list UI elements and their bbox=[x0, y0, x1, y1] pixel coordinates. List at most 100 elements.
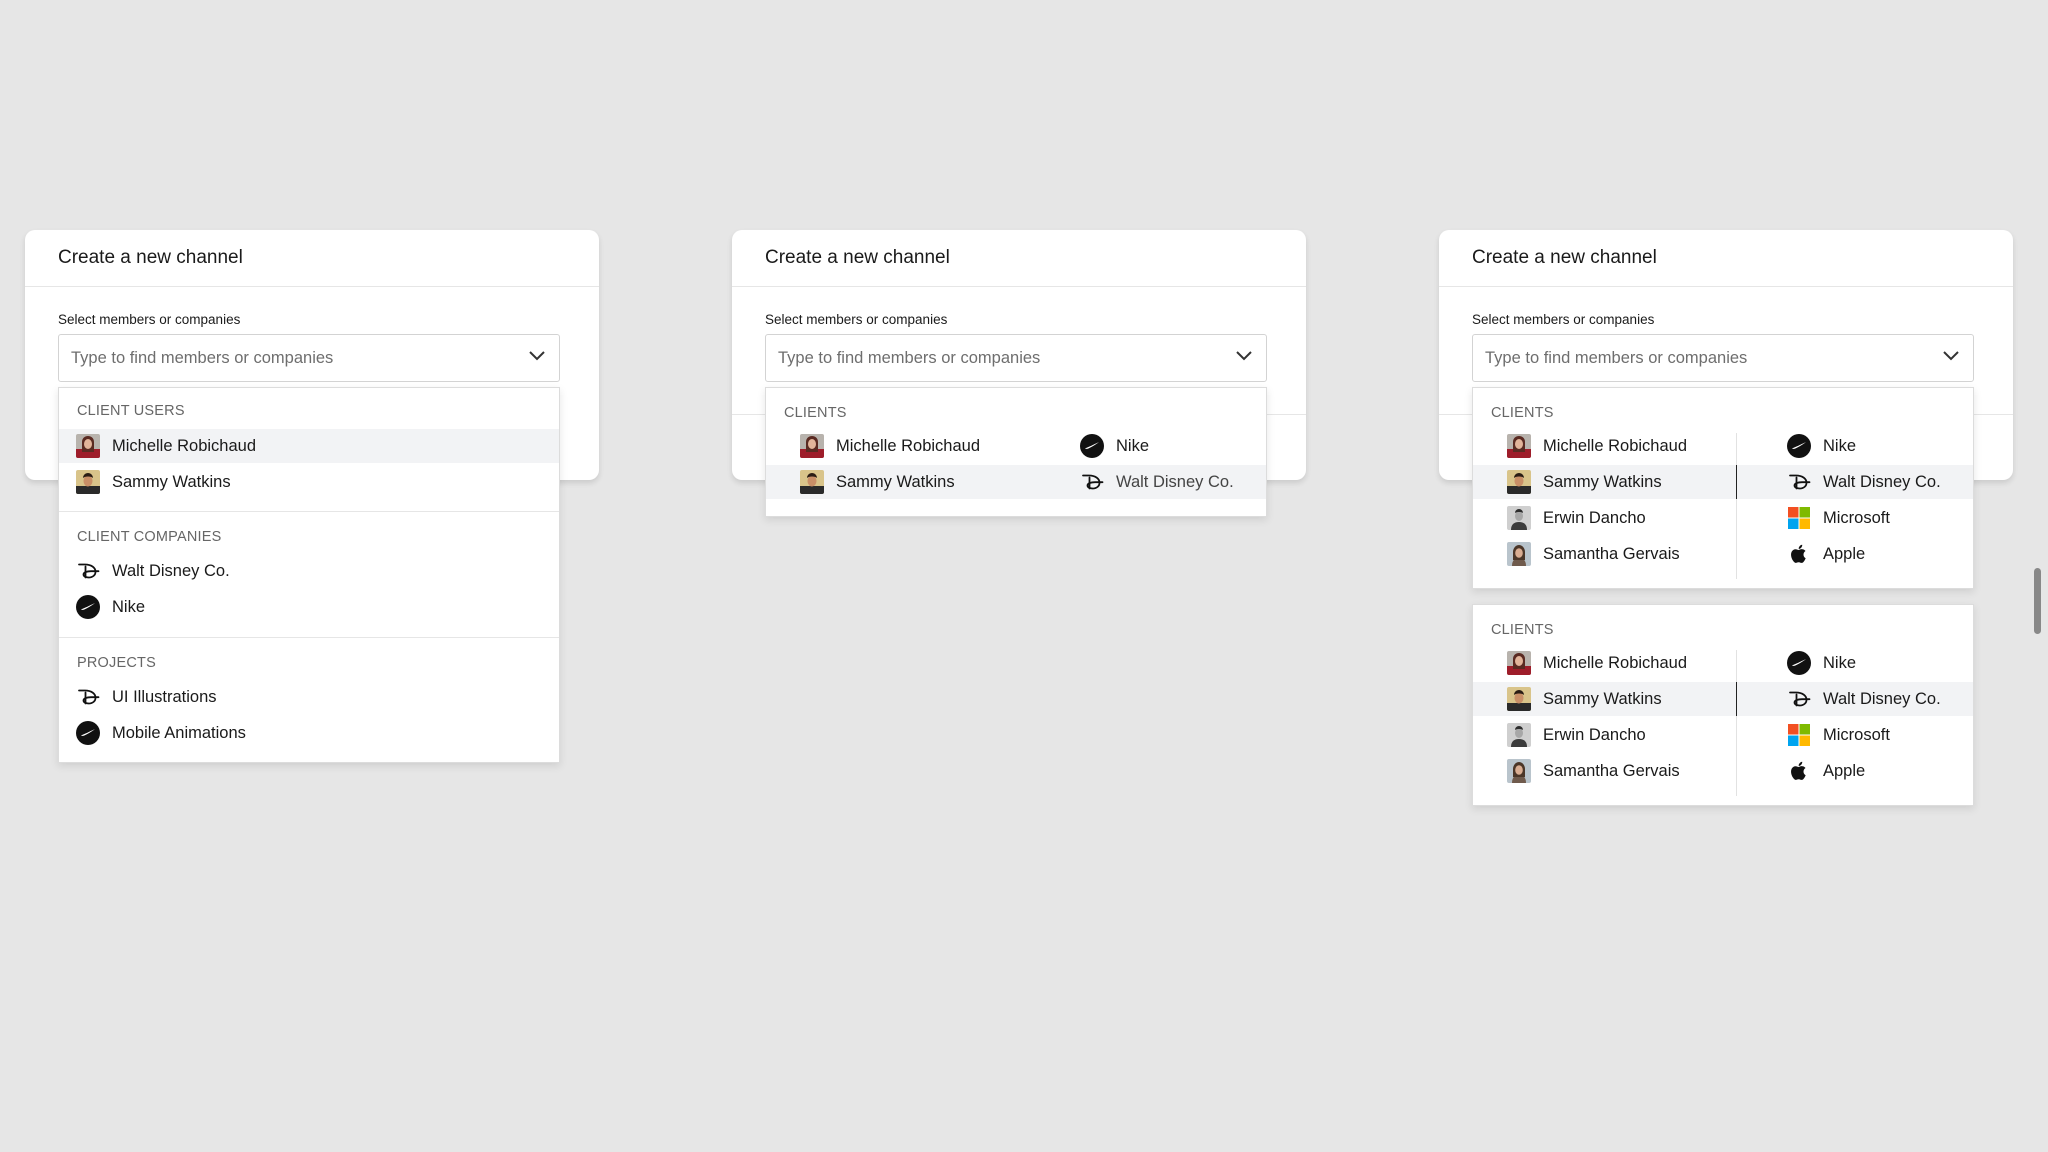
nike-logo-icon bbox=[1787, 651, 1811, 675]
list-item[interactable]: UI Illustrations bbox=[59, 680, 559, 714]
client-user-label: Michelle Robichaud bbox=[1543, 436, 1687, 455]
client-company-cell[interactable]: Walt Disney Co. bbox=[1770, 465, 1975, 499]
panel-title: Create a new channel bbox=[732, 230, 1306, 287]
client-user-cell[interactable]: Sammy Watkins bbox=[783, 465, 1043, 499]
avatar-michelle bbox=[76, 434, 100, 458]
avatar-sammy bbox=[76, 470, 100, 494]
avatar-michelle bbox=[1507, 434, 1531, 458]
avatar-erwin bbox=[1507, 723, 1531, 747]
disney-logo-icon bbox=[1787, 470, 1811, 494]
client-user-label: Samantha Gervais bbox=[1543, 761, 1680, 780]
list-item-label: Sammy Watkins bbox=[112, 472, 231, 491]
section-title-projects: PROJECTS bbox=[77, 655, 156, 671]
list-item-label: Michelle Robichaud bbox=[112, 436, 256, 455]
client-user-cell[interactable]: Samantha Gervais bbox=[1490, 754, 1730, 788]
client-user-label: Sammy Watkins bbox=[1543, 472, 1662, 491]
client-company-cell[interactable]: Nike bbox=[1770, 429, 1975, 463]
section-title-clients: CLIENTS bbox=[784, 405, 847, 421]
avatar-sammy bbox=[1507, 470, 1531, 494]
section-title-clients: CLIENTS bbox=[1491, 622, 1554, 638]
avatar-michelle bbox=[1507, 651, 1531, 675]
client-user-cell[interactable]: Samantha Gervais bbox=[1490, 537, 1730, 571]
client-user-label: Michelle Robichaud bbox=[836, 436, 980, 455]
client-user-cell[interactable]: Michelle Robichaud bbox=[783, 429, 1043, 463]
nike-logo-icon bbox=[76, 721, 100, 745]
table-row: Michelle Robichaud Nike bbox=[1473, 429, 1973, 463]
section-title-clients: CLIENTS bbox=[1491, 405, 1554, 421]
microsoft-logo-icon bbox=[1787, 723, 1811, 747]
active-column-divider bbox=[1736, 465, 1737, 499]
client-company-label: Walt Disney Co. bbox=[1823, 472, 1941, 491]
list-item-label: Mobile Animations bbox=[112, 723, 246, 742]
apple-logo-icon bbox=[1787, 759, 1811, 783]
chevron-down-icon[interactable] bbox=[1236, 351, 1252, 361]
client-company-label: Walt Disney Co. bbox=[1116, 472, 1234, 491]
field-label: Select members or companies bbox=[765, 312, 948, 327]
microsoft-logo-icon bbox=[1787, 506, 1811, 530]
client-user-cell[interactable]: Erwin Dancho bbox=[1490, 718, 1730, 752]
table-row: Michelle Robichaud Nike bbox=[1473, 646, 1973, 680]
chevron-down-icon[interactable] bbox=[529, 351, 545, 361]
avatar-erwin bbox=[1507, 506, 1531, 530]
list-item-label: UI Illustrations bbox=[112, 687, 217, 706]
client-company-cell[interactable]: Microsoft bbox=[1770, 718, 1975, 752]
table-row: Sammy Watkins Walt Disney Co. bbox=[1473, 465, 1973, 499]
divider bbox=[59, 637, 559, 638]
members-dropdown-two-column-expanded: CLIENTS Michelle Robichaud Nike Sammy Wa… bbox=[1472, 387, 1974, 589]
client-company-label: Walt Disney Co. bbox=[1823, 689, 1941, 708]
member-search-select[interactable]: Type to find members or companies bbox=[1472, 334, 1974, 382]
avatar-sammy bbox=[800, 470, 824, 494]
client-company-cell[interactable]: Nike bbox=[1770, 646, 1975, 680]
list-item-label: Walt Disney Co. bbox=[112, 561, 230, 580]
table-row: Sammy Watkins Walt Disney Co. bbox=[1473, 682, 1973, 716]
nike-logo-icon bbox=[76, 595, 100, 619]
list-item[interactable]: Nike bbox=[59, 590, 559, 624]
members-dropdown-two-column: CLIENTS Michelle Robichaud Nike Sammy Wa… bbox=[765, 387, 1267, 517]
client-company-label: Nike bbox=[1116, 436, 1150, 455]
disney-logo-icon bbox=[1787, 687, 1811, 711]
client-user-cell[interactable]: Sammy Watkins bbox=[1490, 465, 1730, 499]
client-user-cell[interactable]: Michelle Robichaud bbox=[1490, 646, 1730, 680]
search-placeholder: Type to find members or companies bbox=[71, 348, 334, 367]
disney-logo-icon bbox=[1080, 470, 1104, 494]
panel-title: Create a new channel bbox=[1439, 230, 2013, 287]
client-company-cell[interactable]: Walt Disney Co. bbox=[1770, 682, 1975, 716]
list-item[interactable]: Walt Disney Co. bbox=[59, 554, 559, 588]
client-user-label: Erwin Dancho bbox=[1543, 725, 1646, 744]
client-company-cell[interactable]: Walt Disney Co. bbox=[1063, 465, 1268, 499]
avatar-samantha bbox=[1507, 759, 1531, 783]
client-company-cell[interactable]: Microsoft bbox=[1770, 501, 1975, 535]
client-user-label: Erwin Dancho bbox=[1543, 508, 1646, 527]
disney-logo-icon bbox=[76, 559, 100, 583]
page-scrollbar[interactable] bbox=[2034, 568, 2041, 634]
active-column-divider bbox=[1736, 682, 1737, 716]
section-title-client-companies: CLIENT COMPANIES bbox=[77, 529, 222, 545]
member-search-select[interactable]: Type to find members or companies bbox=[765, 334, 1267, 382]
nike-logo-icon bbox=[1787, 434, 1811, 458]
client-user-cell[interactable]: Erwin Dancho bbox=[1490, 501, 1730, 535]
search-placeholder: Type to find members or companies bbox=[778, 348, 1041, 367]
list-item[interactable]: Sammy Watkins bbox=[59, 465, 559, 499]
avatar-sammy bbox=[1507, 687, 1531, 711]
client-company-cell[interactable]: Nike bbox=[1063, 429, 1268, 463]
client-company-label: Microsoft bbox=[1823, 725, 1890, 744]
table-row: Samantha Gervais Apple bbox=[1473, 537, 1973, 571]
client-company-label: Nike bbox=[1823, 436, 1857, 455]
client-user-cell[interactable]: Michelle Robichaud bbox=[1490, 429, 1730, 463]
client-user-label: Samantha Gervais bbox=[1543, 544, 1680, 563]
client-user-cell[interactable]: Sammy Watkins bbox=[1490, 682, 1730, 716]
client-user-label: Sammy Watkins bbox=[836, 472, 955, 491]
list-item[interactable]: Mobile Animations bbox=[59, 716, 559, 750]
table-row: Samantha Gervais Apple bbox=[1473, 754, 1973, 788]
client-company-cell[interactable]: Apple bbox=[1770, 537, 1975, 571]
apple-logo-icon bbox=[1787, 542, 1811, 566]
section-title-client-users: CLIENT USERS bbox=[77, 403, 185, 419]
member-search-select[interactable]: Type to find members or companies bbox=[58, 334, 560, 382]
client-company-label: Apple bbox=[1823, 761, 1866, 780]
field-label: Select members or companies bbox=[1472, 312, 1655, 327]
chevron-down-icon[interactable] bbox=[1943, 351, 1959, 361]
client-user-label: Michelle Robichaud bbox=[1543, 653, 1687, 672]
panel-title: Create a new channel bbox=[25, 230, 599, 287]
list-item[interactable]: Michelle Robichaud bbox=[59, 429, 559, 463]
client-company-cell[interactable]: Apple bbox=[1770, 754, 1975, 788]
